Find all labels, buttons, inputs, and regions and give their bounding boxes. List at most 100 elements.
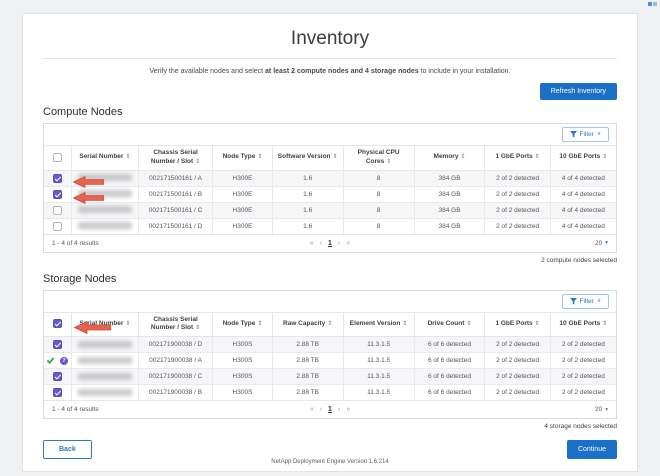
page-size-select[interactable]: 20 ▾ bbox=[595, 406, 608, 413]
software-version-cell: 1.6 bbox=[271, 185, 344, 203]
col-serial-number: Serial Number bbox=[79, 153, 124, 161]
cpu-cores-cell: 8 bbox=[342, 217, 415, 235]
storage-pagination: 1 - 4 of 4 results « ‹ 1 › » 20 ▾ bbox=[44, 400, 616, 418]
compute-pagination: 1 - 4 of 4 results « ‹ 1 › » 20 ▾ bbox=[44, 233, 616, 252]
10gbe-cell: 2 of 2 detected bbox=[549, 352, 616, 369]
sort-icon: ⇕ bbox=[602, 320, 608, 327]
col-10gbe-ports: 10 GbE Ports bbox=[559, 153, 601, 161]
row-checkbox[interactable] bbox=[52, 340, 62, 349]
row-checkbox[interactable] bbox=[52, 189, 62, 199]
1gbe-cell: 2 of 2 detected bbox=[484, 384, 551, 401]
first-page-button[interactable]: « bbox=[310, 240, 314, 247]
storage-nodes-table: Filter ∨ Serial Number ⇕ Chassis Serial N… bbox=[43, 289, 617, 419]
col-software-version: Software Version bbox=[277, 153, 331, 161]
compute-header-row: Serial Number ⇕ Chassis Serial Number / S… bbox=[44, 146, 616, 171]
element-version-cell: 11.3.1.5 bbox=[342, 352, 415, 369]
current-page[interactable]: 1 bbox=[328, 406, 332, 413]
memory-cell: 384 GB bbox=[413, 201, 486, 219]
sort-icon: ⇕ bbox=[332, 154, 338, 161]
compute-selected-note: 2 compute nodes selected bbox=[541, 256, 617, 264]
node-type-cell: H300E bbox=[212, 217, 273, 235]
memory-cell: 384 GB bbox=[413, 169, 486, 187]
chevron-down-icon: ∨ bbox=[596, 131, 601, 137]
drive-count-cell: 6 of 6 detected bbox=[413, 336, 486, 353]
drive-count-cell: 6 of 6 detected bbox=[413, 384, 486, 401]
row-checkbox[interactable] bbox=[52, 205, 62, 215]
storage-filter-button[interactable]: Filter ∨ bbox=[561, 293, 609, 309]
chassis-slot-cell: 002171900038 / D bbox=[137, 336, 214, 353]
raw-capacity-cell: 2.88 TB bbox=[271, 384, 344, 401]
sort-icon: ⇕ bbox=[602, 154, 608, 161]
col-1gbe-ports: 1 GbE Ports bbox=[495, 153, 533, 161]
page-size-value: 20 bbox=[595, 239, 603, 247]
storage-filter-bar: Filter ∨ bbox=[44, 291, 616, 313]
compute-filter-button[interactable]: Filter ∨ bbox=[561, 127, 609, 142]
col-node-type: Node Type bbox=[222, 153, 256, 161]
row-checkbox[interactable] bbox=[52, 388, 62, 397]
chassis-slot-cell: 002171900038 / B bbox=[137, 384, 214, 401]
page-size-value: 20 bbox=[595, 406, 603, 413]
top-right-badge-icon bbox=[648, 2, 657, 6]
redacted-serial bbox=[77, 372, 132, 380]
page-size-select[interactable]: 20 ▾ bbox=[595, 240, 608, 247]
inventory-card: Inventory Verify the available nodes and… bbox=[22, 13, 638, 472]
storage-header-row: Serial Number ⇕ Chassis Serial Number / S… bbox=[44, 312, 616, 337]
instructions-text: Verify the available nodes and select at… bbox=[149, 68, 511, 75]
prev-page-button[interactable]: ‹ bbox=[320, 406, 322, 413]
row-checkbox[interactable] bbox=[52, 173, 62, 183]
last-page-button[interactable]: » bbox=[346, 240, 350, 247]
prev-page-button[interactable]: ‹ bbox=[320, 240, 322, 247]
chassis-slot-cell: 002171500161 / A bbox=[137, 169, 214, 187]
back-button[interactable]: Back bbox=[43, 440, 92, 459]
node-type-cell: H300E bbox=[212, 201, 273, 219]
node-type-cell: H300S bbox=[212, 368, 273, 385]
sort-icon: ⇕ bbox=[125, 154, 131, 161]
raw-capacity-cell: 2.88 TB bbox=[271, 352, 344, 369]
software-version-cell: 1.6 bbox=[271, 201, 344, 219]
software-version-cell: 1.6 bbox=[271, 169, 344, 187]
10gbe-cell: 4 of 4 detected bbox=[549, 169, 616, 187]
continue-button[interactable]: Continue bbox=[566, 440, 617, 459]
col-memory: Memory bbox=[433, 153, 459, 161]
col-serial-number: Serial Number bbox=[79, 319, 124, 327]
last-page-button[interactable]: » bbox=[346, 406, 350, 413]
next-page-button[interactable]: › bbox=[338, 240, 340, 247]
filter-button-label: Filter bbox=[579, 297, 594, 305]
row-checkbox[interactable] bbox=[52, 221, 62, 231]
filter-button-label: Filter bbox=[579, 131, 594, 138]
storage-select-all-checkbox[interactable] bbox=[52, 319, 62, 329]
redacted-serial bbox=[77, 388, 132, 396]
1gbe-cell: 2 of 2 detected bbox=[484, 352, 551, 369]
raw-capacity-cell: 2.88 TB bbox=[271, 336, 344, 353]
storage-nodes-heading: Storage Nodes bbox=[43, 272, 117, 285]
10gbe-cell: 2 of 2 detected bbox=[549, 384, 616, 401]
node-type-cell: H300S bbox=[212, 352, 273, 369]
next-page-button[interactable]: › bbox=[338, 406, 340, 413]
chassis-slot-cell: 002171500161 / B bbox=[137, 185, 214, 203]
table-row: 002171500161 / C H300E 1.6 8 384 GB 2 of… bbox=[44, 201, 616, 219]
row-checkbox[interactable] bbox=[52, 372, 62, 381]
first-page-button[interactable]: « bbox=[310, 406, 314, 413]
element-version-cell: 11.3.1.5 bbox=[342, 368, 415, 385]
chassis-slot-cell: 002171900038 / A bbox=[137, 352, 214, 369]
compute-nodes-table: Filter ∨ Serial Number ⇕ Chassis Serial N… bbox=[43, 123, 617, 253]
sort-icon: ⇕ bbox=[534, 320, 540, 327]
redacted-serial bbox=[77, 356, 132, 364]
results-count: 1 - 4 of 4 results bbox=[52, 406, 99, 413]
help-icon[interactable]: ? bbox=[59, 356, 68, 365]
refresh-inventory-button[interactable]: Refresh Inventory bbox=[539, 83, 617, 100]
col-1gbe-ports: 1 GbE Ports bbox=[495, 319, 533, 327]
redacted-serial bbox=[77, 340, 132, 348]
sort-icon: ⇕ bbox=[386, 158, 392, 165]
cpu-cores-cell: 8 bbox=[342, 169, 415, 187]
col-element-version: Element Version bbox=[349, 319, 401, 327]
10gbe-cell: 2 of 2 detected bbox=[549, 336, 616, 353]
col-chassis-serial: Chassis Serial Number / Slot bbox=[150, 315, 198, 332]
redacted-serial bbox=[77, 206, 132, 214]
current-page[interactable]: 1 bbox=[328, 240, 332, 247]
filter-funnel-icon bbox=[569, 297, 577, 305]
compute-select-all-checkbox[interactable] bbox=[52, 152, 62, 162]
1gbe-cell: 2 of 2 detected bbox=[484, 201, 551, 219]
element-version-cell: 11.3.1.5 bbox=[342, 384, 415, 401]
sort-icon: ⇕ bbox=[327, 320, 333, 327]
